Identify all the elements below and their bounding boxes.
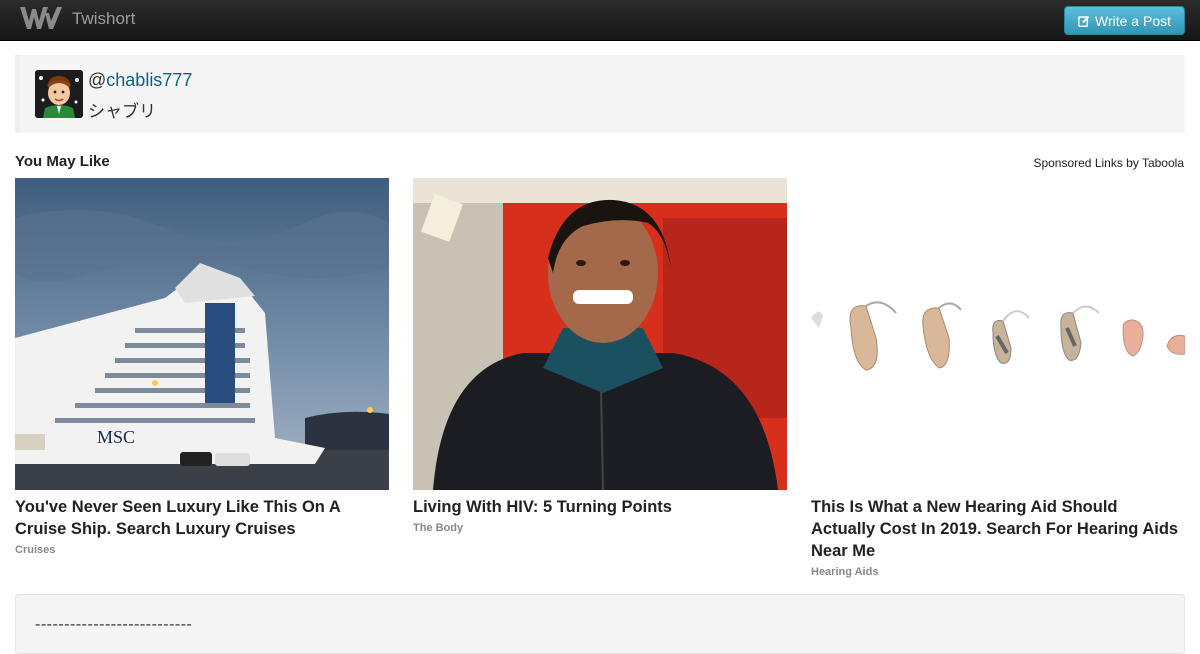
write-post-label: Write a Post	[1095, 12, 1171, 29]
author-display-name: シャブリ	[88, 102, 156, 121]
smiling-man-image[interactable]	[413, 178, 787, 490]
card-title[interactable]: This Is What a New Hearing Aid Should Ac…	[811, 496, 1185, 562]
cruise-ship-image[interactable]: MSC	[15, 178, 389, 490]
recommendation-card-hearing-aids[interactable]: This Is What a New Hearing Aid Should Ac…	[811, 178, 1185, 578]
at-sign: @	[88, 70, 107, 90]
recommendation-card-hiv[interactable]: Living With HIV: 5 Turning Points The Bo…	[413, 178, 787, 534]
hearing-aids-image[interactable]	[811, 178, 1185, 490]
ship-logo-text: MSC	[97, 427, 135, 447]
recommendations-heading: You May Like	[15, 153, 110, 170]
card-source: Hearing Aids	[811, 566, 879, 578]
card-title[interactable]: Living With HIV: 5 Turning Points	[413, 496, 787, 518]
recommendation-card-cruise[interactable]: MSC You've Never Seen Luxury Like This O…	[15, 178, 389, 556]
write-post-button[interactable]: Write a Post	[1064, 6, 1185, 35]
author-handle: @chablis777	[88, 70, 192, 91]
author-handle-link[interactable]: chablis777	[106, 70, 192, 90]
author-box: @chablis777 シャブリ	[15, 55, 1185, 133]
sponsored-links-label[interactable]: Sponsored Links by Taboola	[1033, 156, 1184, 170]
card-title[interactable]: You've Never Seen Luxury Like This On A …	[15, 496, 389, 540]
top-navbar: Twishort Write a Post	[0, 0, 1200, 41]
brand-name[interactable]: Twishort	[72, 9, 135, 29]
edit-icon	[1078, 15, 1090, 27]
avatar[interactable]	[35, 70, 83, 118]
card-source: Cruises	[15, 544, 56, 556]
post-content-box: ---------------------------	[15, 594, 1185, 654]
post-text: ---------------------------	[35, 616, 193, 633]
twishort-logo-icon[interactable]	[18, 5, 64, 33]
card-source: The Body	[413, 522, 464, 534]
